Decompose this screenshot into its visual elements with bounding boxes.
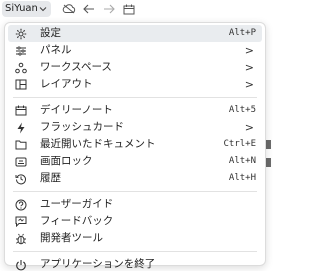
forward-icon[interactable] [99,1,119,17]
panel-icon [14,44,28,58]
menu-item-panel[interactable]: パネル > [8,42,262,59]
menu-item-layout[interactable]: レイアウト > [8,76,262,93]
menu-item-history[interactable]: 履歴 Alt+H [8,170,262,187]
menu-item-label: アプリケーションを終了 [40,258,156,270]
power-icon [14,258,28,271]
menu-item-flashcard[interactable]: フラッシュカード > [8,119,262,136]
lock-icon [14,155,28,169]
menu-item-shortcut: Alt+P [228,28,256,38]
app-window: SiYuan 設定 Alt+P パネル > ワークスペース > レイアウト > … [0,0,271,271]
menu-item-feedback[interactable]: フィードバック [8,213,262,230]
menu-item-label: レイアウト [40,78,93,90]
menu-item-shortcut: Alt+N [228,156,256,166]
top-toolbar: SiYuan [0,0,271,18]
menu-item-screen-lock[interactable]: 画面ロック Alt+N [8,153,262,170]
menu-item-label: 最近開いたドキュメント [40,138,156,150]
menu-separator [13,191,257,192]
menu-item-label: 設定 [40,27,61,39]
gear-icon [14,27,28,41]
sync-icon[interactable] [59,1,79,17]
menu-item-shortcut: Alt+5 [228,105,256,115]
menu-item-label: パネル [40,44,72,56]
workspace-name: SiYuan [5,3,38,14]
chevron-down-icon [38,1,48,17]
folder-icon [14,138,28,152]
workspace-menu-button[interactable]: SiYuan [2,1,51,17]
submenu-arrow-icon: > [244,61,254,74]
menu-item-label: デイリーノート [40,104,113,116]
menu-item-label: フィードバック [40,215,114,227]
menu-item-label: 開発者ツール [40,232,103,244]
menu-item-label: 履歴 [40,172,61,184]
feedback-icon [14,215,28,229]
menu-item-settings[interactable]: 設定 Alt+P [8,25,262,42]
help-icon [14,198,28,212]
calendar-icon [14,104,28,118]
calendar-icon[interactable] [119,1,139,17]
menu-separator [13,251,257,252]
menu-item-shortcut: Ctrl+E [223,139,256,149]
workspace-icon [14,61,28,75]
history-icon [14,172,28,186]
menu-item-label: 画面ロック [40,155,93,167]
menu-item-label: ワークスペース [40,61,112,73]
menu-item-recent-docs[interactable]: 最近開いたドキュメント Ctrl+E [8,136,262,153]
menu-item-label: ユーザーガイド [40,198,114,210]
submenu-arrow-icon: > [244,78,254,91]
back-icon[interactable] [79,1,99,17]
submenu-arrow-icon: > [244,44,254,57]
menu-item-shortcut: Alt+H [228,173,256,183]
menu-item-workspace[interactable]: ワークスペース > [8,59,262,76]
menu-separator [13,97,257,98]
layout-icon [14,78,28,92]
menu-item-user-guide[interactable]: ユーザーガイド [8,196,262,213]
menu-item-label: フラッシュカード [40,121,124,133]
background-content [266,158,271,167]
menu-item-quit[interactable]: アプリケーションを終了 [8,256,262,271]
workspace-dropdown-menu: 設定 Alt+P パネル > ワークスペース > レイアウト > デイリーノート… [4,22,266,270]
flash-icon [14,121,28,135]
menu-item-developer-tools[interactable]: 開発者ツール [8,230,262,247]
background-content [266,140,271,149]
menu-item-daily-note[interactable]: デイリーノート Alt+5 [8,102,262,119]
bug-icon [14,232,28,246]
submenu-arrow-icon: > [244,121,254,134]
